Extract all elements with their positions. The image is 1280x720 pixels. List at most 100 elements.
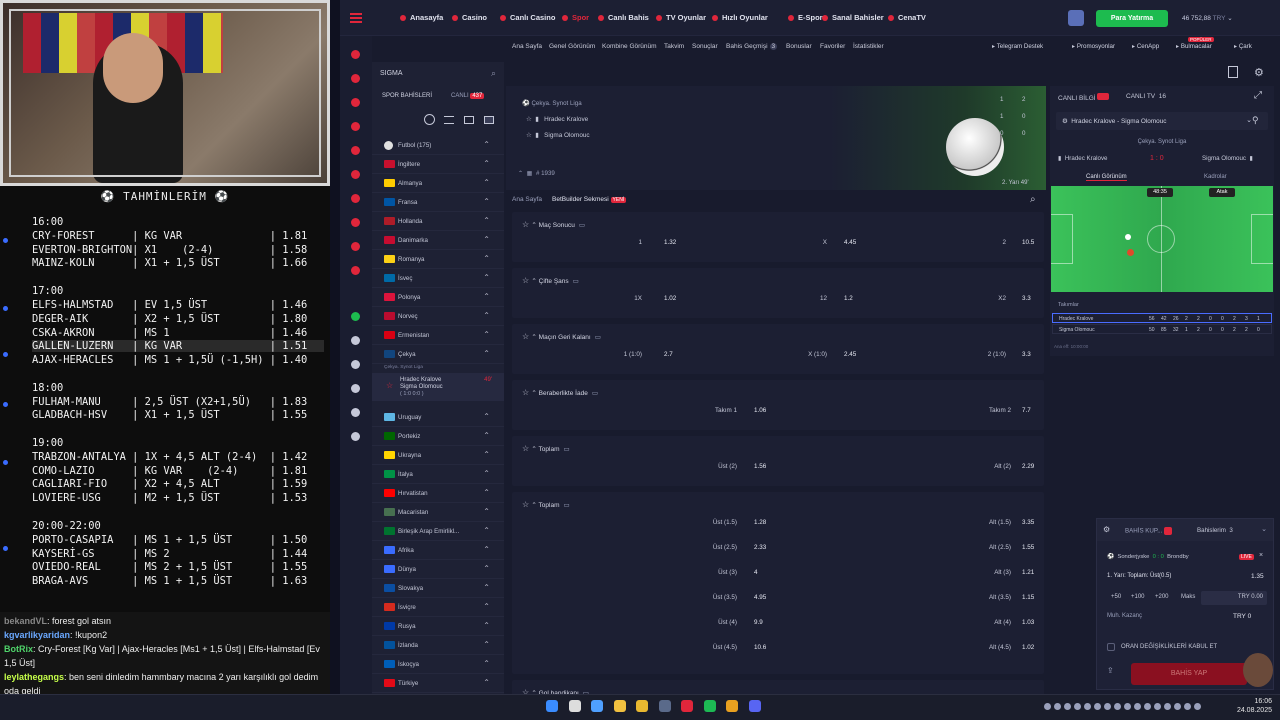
nav-spor[interactable]: Spor	[562, 13, 589, 22]
accept-changes-checkbox[interactable]	[1107, 643, 1115, 651]
rail-icon-2[interactable]	[351, 98, 360, 107]
rail-icon-11[interactable]	[351, 336, 360, 345]
rail-icon-5[interactable]	[351, 170, 360, 179]
globe-icon[interactable]	[424, 114, 435, 125]
messages-icon[interactable]	[1068, 10, 1084, 26]
rail-icon-7[interactable]	[351, 218, 360, 227]
live-match-row[interactable]: ☆ Hradec Kralove Sigma Olomouc( 1:0 0:0 ) 4…	[372, 373, 504, 401]
nav-sanal-bahisler[interactable]: Sanal Bahisler	[822, 13, 884, 22]
tab-live-info[interactable]: CANLI BİLGİ	[1058, 93, 1110, 102]
subnav-6[interactable]: Bonuslar	[786, 43, 812, 50]
settings-gear-icon[interactable]: ⚙	[1254, 66, 1264, 79]
share-icon[interactable]: ⇪	[1107, 666, 1114, 675]
country-row[interactable]: İsviçre ⌃	[372, 598, 504, 617]
rail-icon-14[interactable]	[351, 408, 360, 417]
nav-e-spor[interactable]: E-Spor	[788, 13, 823, 22]
sport-row[interactable]: Futbol (175) ⌃	[372, 136, 504, 155]
expand-icon[interactable]: ⤢	[1254, 90, 1262, 101]
nav-anasayfa[interactable]: Anasayfa	[400, 13, 443, 22]
match-select[interactable]: ⚙ Hradec Kralove - Sigma Olomouc ⌄	[1056, 112, 1268, 130]
pin-icon[interactable]: ⚲	[1252, 115, 1259, 126]
tab-betslip[interactable]: BAHİS KUP...	[1125, 527, 1173, 535]
star-icon[interactable]: ☆	[522, 332, 531, 341]
betslip-toggle-icon[interactable]	[1228, 66, 1238, 78]
star-icon[interactable]: ☆	[526, 132, 532, 139]
subnav-5[interactable]: Bahis Geçmişi 3	[726, 43, 778, 50]
rail-icon-1[interactable]	[351, 74, 360, 83]
market-title[interactable]: ☆ ⌃ Toplam ▭	[522, 444, 570, 453]
sport-row[interactable]: Polonya ⌃	[372, 288, 504, 307]
star-icon[interactable]: ☆	[522, 388, 531, 397]
star-icon[interactable]: ☆	[386, 381, 393, 390]
system-clock[interactable]: 16:06 24.08.2025	[1237, 697, 1272, 715]
nav-tv-oyunlar[interactable]: TV Oyunlar	[656, 13, 706, 22]
stake-chip[interactable]: +50	[1111, 594, 1121, 600]
rail-icon-10[interactable]	[351, 312, 360, 321]
country-row[interactable]: İzlanda ⌃	[372, 636, 504, 655]
tab-my-bets[interactable]: Bahislerim 3	[1197, 527, 1233, 534]
star-icon[interactable]: ☆	[522, 500, 531, 509]
rail-icon-13[interactable]	[351, 384, 360, 393]
nav-hızlı-oyunlar[interactable]: Hızlı Oyunlar	[712, 13, 768, 22]
stake-input[interactable]: TRY 0.00	[1201, 591, 1267, 605]
spotify-icon[interactable]	[703, 700, 716, 712]
balance-display[interactable]: 46 752,88 TRY ⌄	[1182, 14, 1233, 22]
stake-chip[interactable]: Maks	[1181, 594, 1195, 600]
market-title[interactable]: ☆ ⌃ Maçın Geri Kalanı ▭	[522, 332, 601, 341]
support-avatar[interactable]	[1243, 653, 1273, 687]
country-row[interactable]: Dünya ⌃	[372, 560, 504, 579]
tray-icon[interactable]	[1084, 703, 1091, 710]
sport-row[interactable]: Danimarka ⌃	[372, 231, 504, 250]
list-view-icon[interactable]	[444, 116, 454, 124]
copilot-icon[interactable]	[591, 700, 603, 712]
search-input[interactable]: SIGMA ⌕	[376, 66, 500, 82]
remove-bet-icon[interactable]: ×	[1259, 552, 1263, 559]
tray-icon[interactable]	[1184, 703, 1191, 710]
browser-icon[interactable]	[681, 700, 693, 712]
country-row[interactable]: Afrika ⌃	[372, 541, 504, 560]
sport-row[interactable]: Almanya ⌃	[372, 174, 504, 193]
rail-icon-9[interactable]	[351, 266, 360, 275]
country-row[interactable]: Macaristan ⌃	[372, 503, 504, 522]
subnav-1[interactable]: Genel Görünüm	[549, 43, 595, 50]
country-row[interactable]: Türkiye ⌃	[372, 674, 504, 693]
country-row[interactable]: Ukrayna ⌃	[372, 446, 504, 465]
tray-icon[interactable]	[1194, 703, 1201, 710]
tray-icon[interactable]	[1114, 703, 1121, 710]
sport-row[interactable]: Norveç ⌃	[372, 307, 504, 326]
tray-icon[interactable]	[1174, 703, 1181, 710]
country-row[interactable]: İtalya ⌃	[372, 465, 504, 484]
rail-icon-15[interactable]	[351, 432, 360, 441]
country-row[interactable]: İskoçya ⌃	[372, 655, 504, 674]
tray-icon[interactable]	[1054, 703, 1061, 710]
subnav-4[interactable]: Sonuçlar	[692, 43, 718, 50]
discord-icon[interactable]	[748, 700, 761, 712]
rail-icon-3[interactable]	[351, 122, 360, 131]
tray-icon[interactable]	[1064, 703, 1071, 710]
chevron-up-icon[interactable]: ⌃	[518, 170, 523, 177]
tab-live-view[interactable]: Canlı Görünüm	[1086, 174, 1127, 181]
subnav-8[interactable]: İstatistikler	[853, 43, 884, 50]
nav-canlı-bahis[interactable]: Canlı Bahis	[598, 13, 649, 22]
nav-casino[interactable]: Casino	[452, 13, 487, 22]
tray-icon[interactable]	[1134, 703, 1141, 710]
folder-icon[interactable]	[636, 700, 648, 712]
search-icon[interactable]	[568, 700, 581, 712]
country-row[interactable]: Uruguay ⌃	[372, 408, 504, 427]
place-bet-button[interactable]: BAHİS YAP	[1131, 663, 1247, 685]
country-row[interactable]: Slovakya ⌃	[372, 579, 504, 598]
subnav-3[interactable]: Takvim	[664, 43, 684, 50]
sport-row[interactable]: Hollanda ⌃	[372, 212, 504, 231]
subnav-2[interactable]: Kombine Görünüm	[602, 43, 657, 50]
tray-icon[interactable]	[1164, 703, 1171, 710]
util-3[interactable]: ▸ Bulmacalar	[1176, 43, 1212, 50]
tab-betbuilder[interactable]: BetBuilder Sekmesi YENİ	[552, 196, 627, 203]
tab-sports[interactable]: SPOR BAHİSLERİ	[382, 93, 432, 99]
deposit-button[interactable]: Para Yatırma	[1096, 10, 1168, 27]
sport-row[interactable]: Ermenistan ⌃	[372, 326, 504, 345]
country-row[interactable]: Birleşik Arap Emirlikl... ⌃	[372, 522, 504, 541]
tray-icon[interactable]	[1124, 703, 1131, 710]
grid-view-icon[interactable]	[464, 116, 474, 124]
tray-icon[interactable]	[1154, 703, 1161, 710]
tab-live-tv[interactable]: CANLI TV 16	[1126, 93, 1166, 100]
